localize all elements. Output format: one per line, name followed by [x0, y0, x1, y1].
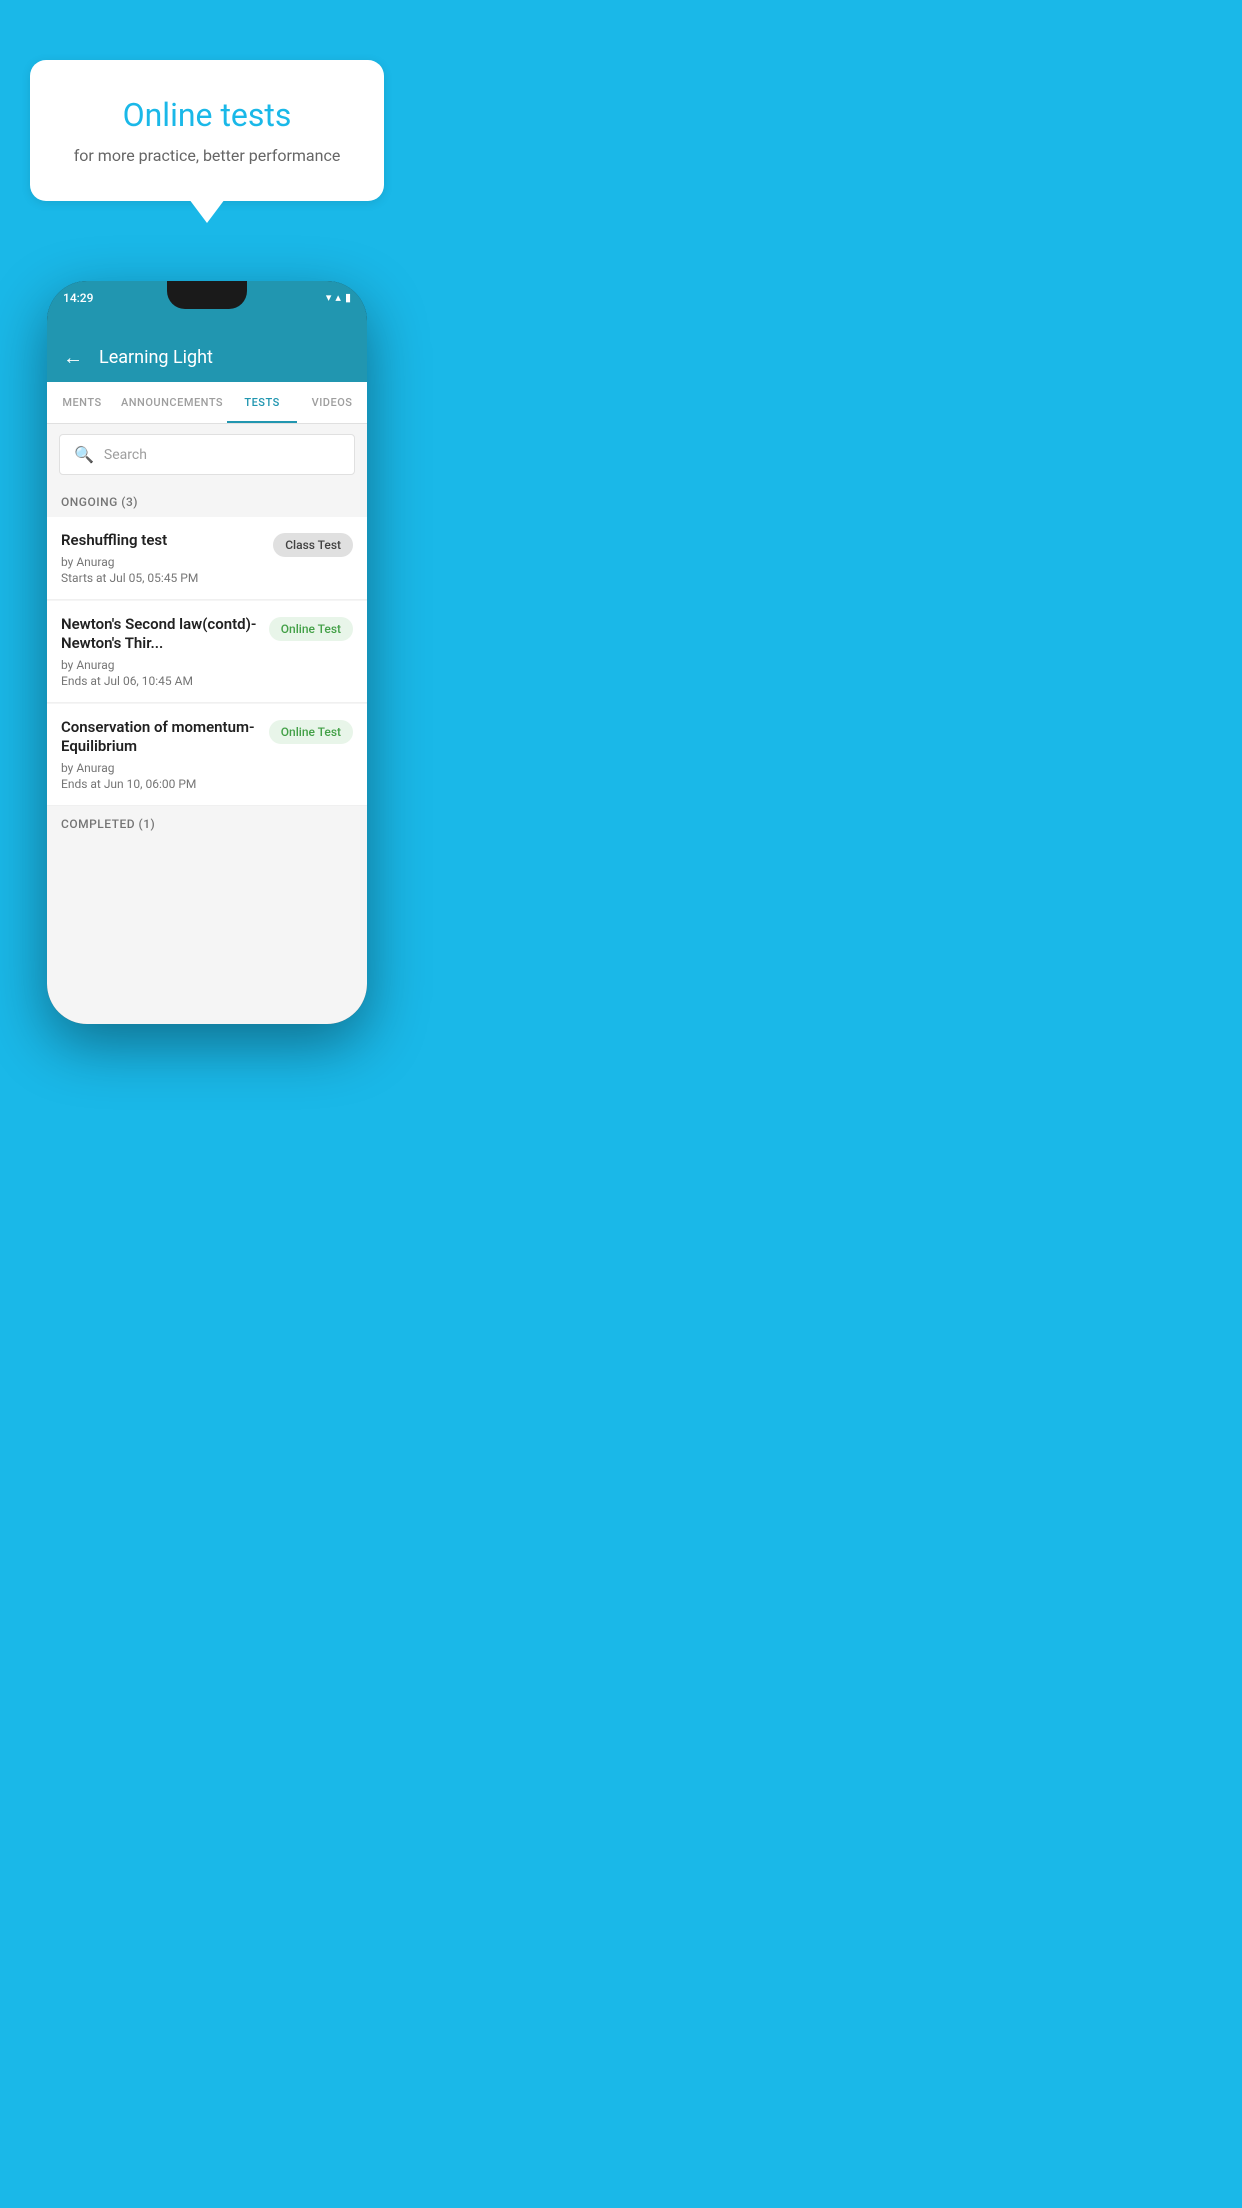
test-card-1[interactable]: Reshuffling test by Anurag Starts at Jul…	[47, 517, 367, 600]
search-icon: 🔍	[74, 445, 94, 464]
tab-ments[interactable]: MENTS	[47, 382, 117, 423]
completed-section-header: COMPLETED (1)	[47, 807, 367, 839]
test-info-2: Newton's Second law(contd)-Newton's Thir…	[61, 615, 269, 688]
test-author-2: by Anurag	[61, 658, 259, 672]
search-bar[interactable]: 🔍 Search	[59, 434, 355, 475]
speech-bubble: Online tests for more practice, better p…	[30, 60, 384, 201]
ongoing-section-header: ONGOING (3)	[47, 485, 367, 517]
notch	[167, 281, 247, 309]
test-info-3: Conservation of momentum-Equilibrium by …	[61, 718, 269, 791]
app-title: Learning Light	[99, 347, 213, 368]
test-author-3: by Anurag	[61, 761, 259, 775]
signal-icon: ▴	[335, 291, 341, 304]
test-name-3: Conservation of momentum-Equilibrium	[61, 718, 259, 757]
tab-tests[interactable]: TESTS	[227, 382, 297, 423]
status-time: 14:29	[63, 291, 93, 305]
test-time-3: Ends at Jun 10, 06:00 PM	[61, 777, 259, 791]
tab-announcements[interactable]: ANNOUNCEMENTS	[117, 382, 227, 423]
test-badge-1: Class Test	[273, 533, 353, 557]
test-badge-2: Online Test	[269, 617, 353, 641]
test-name-2: Newton's Second law(contd)-Newton's Thir…	[61, 615, 259, 654]
status-icons: ▾ ▴ ▮	[326, 291, 351, 304]
tab-videos[interactable]: VIDEOS	[297, 382, 367, 423]
test-author-1: by Anurag	[61, 555, 263, 569]
test-badge-3: Online Test	[269, 720, 353, 744]
back-button[interactable]: ←	[63, 345, 83, 370]
battery-icon: ▮	[345, 291, 351, 304]
wifi-icon: ▾	[326, 291, 332, 304]
hero-section: Online tests for more practice, better p…	[0, 0, 414, 241]
test-time-2: Ends at Jul 06, 10:45 AM	[61, 674, 259, 688]
test-info-1: Reshuffling test by Anurag Starts at Jul…	[61, 531, 273, 585]
search-input[interactable]: Search	[104, 447, 147, 463]
search-container: 🔍 Search	[47, 424, 367, 485]
test-time-1: Starts at Jul 05, 05:45 PM	[61, 571, 263, 585]
phone-container: 14:29 ▾ ▴ ▮ ← Learning Light MENTS ANNOU…	[0, 241, 414, 1024]
status-bar: 14:29 ▾ ▴ ▮	[47, 281, 367, 333]
phone-content: 🔍 Search ONGOING (3) Reshuffling test by…	[47, 424, 367, 1024]
bubble-title: Online tests	[70, 96, 344, 134]
test-card-2[interactable]: Newton's Second law(contd)-Newton's Thir…	[47, 601, 367, 703]
app-header: ← Learning Light	[47, 333, 367, 382]
bubble-subtitle: for more practice, better performance	[70, 146, 344, 165]
test-card-3[interactable]: Conservation of momentum-Equilibrium by …	[47, 704, 367, 806]
phone-frame: 14:29 ▾ ▴ ▮ ← Learning Light MENTS ANNOU…	[47, 281, 367, 1024]
test-name-1: Reshuffling test	[61, 531, 263, 551]
tabs-container: MENTS ANNOUNCEMENTS TESTS VIDEOS	[47, 382, 367, 424]
